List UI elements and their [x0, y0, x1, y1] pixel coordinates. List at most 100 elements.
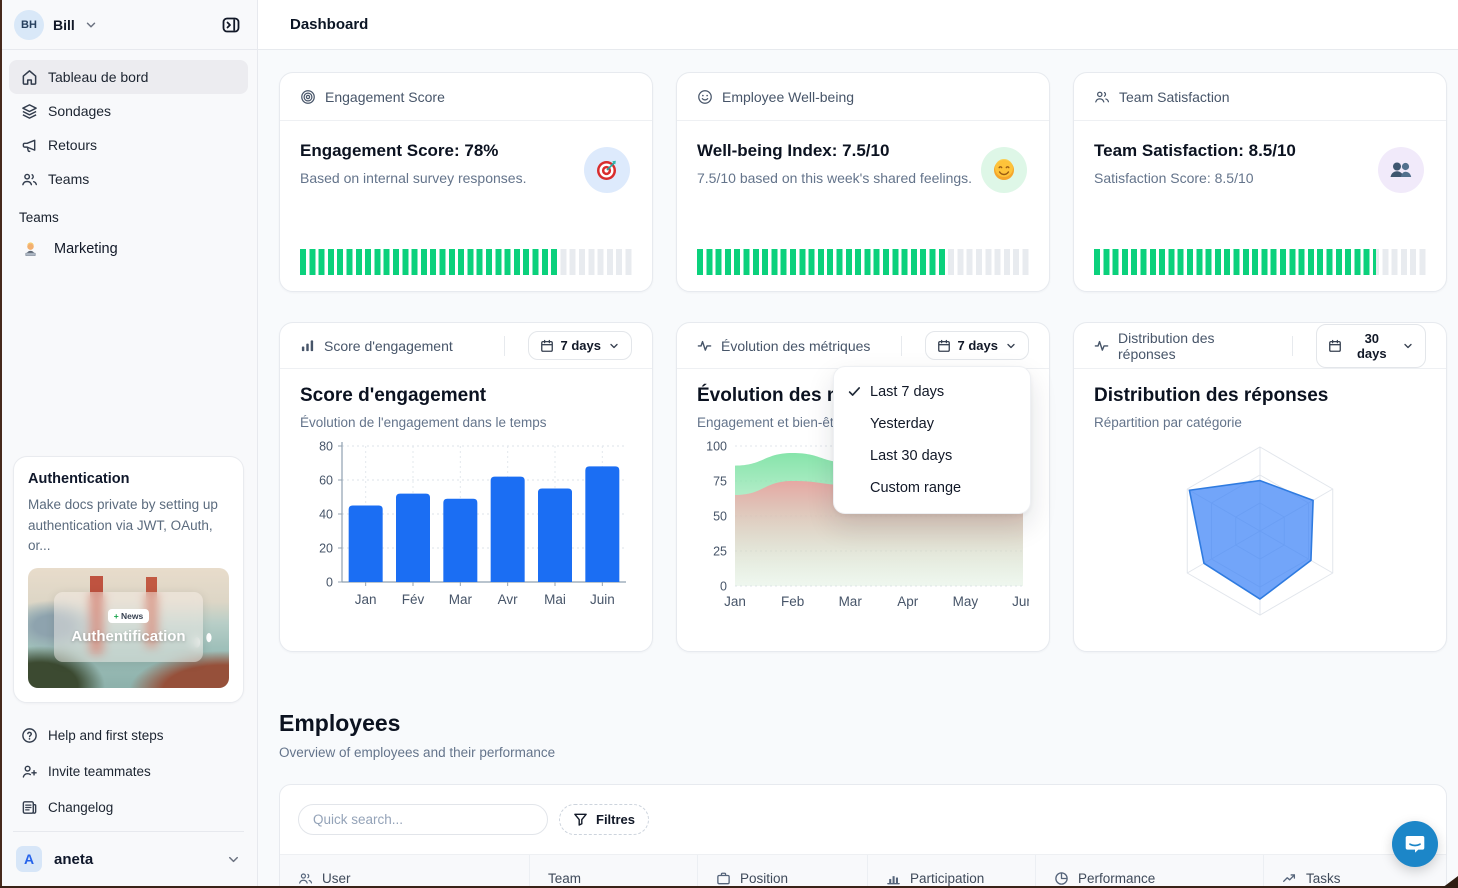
svg-text:Mai: Mai: [544, 592, 566, 607]
menu-item-custom-range[interactable]: Custom range: [834, 472, 1030, 504]
svg-text:60: 60: [319, 474, 333, 488]
calendar-icon: [1328, 339, 1342, 353]
chat-launcher-button[interactable]: [1392, 821, 1438, 867]
sidebar-item-sondages[interactable]: Sondages: [9, 94, 248, 128]
menu-item-label: Custom range: [870, 480, 961, 496]
svg-text:Jan: Jan: [355, 592, 377, 607]
spacer: [0, 267, 257, 456]
promo-image[interactable]: + News Authentification: [28, 568, 229, 688]
collapse-sidebar-button[interactable]: [217, 11, 245, 39]
progress-fill: [1094, 249, 1376, 275]
card-body: Engagement Score: 78% Based on internal …: [280, 121, 652, 291]
radar-polygon: [1189, 481, 1313, 599]
sidebar-item-label: Tableau de bord: [48, 69, 148, 85]
card-body: Team Satisfaction: 8.5/10 Satisfaction S…: [1074, 121, 1446, 291]
authentication-promo-card[interactable]: Authentication Make docs private by sett…: [13, 456, 244, 703]
chat-bubble-icon: [1403, 832, 1427, 856]
range-select-button[interactable]: 7 days: [528, 331, 632, 360]
sidebar-user-row: BH Bill: [0, 0, 257, 49]
sidebar-item-invite[interactable]: Invite teammates: [9, 753, 248, 789]
megaphone-icon: [21, 137, 38, 154]
menu-item-label: Yesterday: [870, 416, 934, 432]
promo-image-overlay: + News Authentification: [54, 592, 203, 662]
card-header: Score d'engagement 7 days: [280, 323, 652, 369]
card-header: Évolution des métriques 7 days: [677, 323, 1049, 369]
bar: [443, 499, 477, 582]
smiley-emoji-badge: [981, 147, 1027, 193]
bar-chart-icon: [886, 871, 901, 886]
stat-subtitle: Based on internal survey responses.: [300, 170, 632, 186]
sidebar-item-marketing[interactable]: Marketing: [9, 231, 248, 267]
responses-distribution-chart-card: Distribution des réponses 30 days: [1073, 322, 1447, 652]
stat-title: Team Satisfaction: 8.5/10: [1094, 141, 1426, 161]
busts-emoji-badge: [1378, 147, 1424, 193]
card-body: Distribution des réponses Répartition pa…: [1074, 369, 1446, 651]
sidebar-item-teams[interactable]: Teams: [9, 162, 248, 196]
range-label: 7 days: [561, 338, 601, 353]
menu-item-yesterday[interactable]: Yesterday: [834, 408, 1030, 440]
workspace-name: aneta: [54, 851, 214, 868]
menu-item-last-7-days[interactable]: Last 7 days: [834, 376, 1030, 408]
table-header-row: User Team Position: [280, 854, 1446, 888]
progress-bar: [300, 249, 632, 275]
briefcase-icon: [716, 871, 731, 886]
bar-chart-icon: [300, 338, 315, 353]
sidebar-item-label: Sondages: [48, 103, 111, 119]
column-header-participation[interactable]: Participation: [868, 855, 1036, 888]
employees-toolbar: Filtres: [280, 785, 1446, 854]
divider: [13, 831, 244, 832]
stat-subtitle: Satisfaction Score: 8.5/10: [1094, 170, 1426, 186]
stat-title: Engagement Score: 78%: [300, 141, 632, 161]
progress-bar: [1094, 249, 1426, 275]
svg-text:Apr: Apr: [897, 594, 919, 609]
bar: [538, 489, 572, 583]
range-select-button[interactable]: 30 days: [1316, 324, 1426, 368]
filters-label: Filtres: [596, 812, 635, 827]
sidebar-footer-nav: Help and first steps Invite teammates Ch…: [0, 713, 257, 825]
range-select-button[interactable]: 7 days: [925, 331, 1029, 360]
smile-icon: [697, 89, 713, 105]
sidebar-item-changelog[interactable]: Changelog: [9, 789, 248, 825]
search-input[interactable]: [298, 804, 548, 835]
card-header: Engagement Score: [280, 73, 652, 121]
card-header: Employee Well-being: [677, 73, 1049, 121]
sidebar-item-retours[interactable]: Retours: [9, 128, 248, 162]
bar: [585, 466, 619, 582]
sidebar-item-help[interactable]: Help and first steps: [9, 717, 248, 753]
card-header-label: Score d'engagement: [324, 338, 453, 354]
trend-up-icon: [1282, 871, 1297, 886]
card-header-label: Distribution des réponses: [1118, 330, 1274, 362]
sidebar-nav: Tableau de bord Sondages Retours Teams: [0, 50, 257, 196]
sidebar-item-tableau-de-bord[interactable]: Tableau de bord: [9, 60, 248, 94]
sidebar-item-label: Retours: [48, 137, 97, 153]
filters-button[interactable]: Filtres: [559, 804, 649, 835]
chart-title: Score d'engagement: [300, 385, 632, 407]
column-header-position[interactable]: Position: [698, 855, 868, 888]
home-icon: [21, 69, 38, 86]
svg-text:Juin: Juin: [590, 592, 615, 607]
svg-text:Mar: Mar: [449, 592, 473, 607]
column-header-performance[interactable]: Performance: [1036, 855, 1264, 888]
card-header-label: Engagement Score: [325, 89, 445, 105]
target-icon: [300, 89, 316, 105]
bar: [349, 506, 383, 583]
engagement-bar-chart: 020406080JanFévMarAvrMaiJuin: [300, 434, 632, 616]
users-icon: [298, 871, 313, 886]
user-menu[interactable]: Bill: [53, 17, 75, 33]
menu-item-last-30-days[interactable]: Last 30 days: [834, 440, 1030, 472]
chevron-down-icon[interactable]: [84, 18, 98, 32]
column-header-team[interactable]: Team: [530, 855, 698, 888]
card-body: Score d'engagement Évolution de l'engage…: [280, 369, 652, 651]
engagement-score-card: Engagement Score Engagement Score: 78% B…: [279, 72, 653, 292]
team-satisfaction-card: Team Satisfaction Team Satisfaction: 8.5…: [1073, 72, 1447, 292]
team-label: Marketing: [54, 241, 118, 257]
panel-collapse-icon: [221, 15, 241, 35]
users-icon: [21, 171, 38, 188]
menu-item-label: Last 30 days: [870, 448, 952, 464]
workspace-switcher[interactable]: A aneta: [0, 838, 257, 888]
column-header-user[interactable]: User: [280, 855, 530, 888]
card-header: Distribution des réponses 30 days: [1074, 323, 1446, 369]
progress-fill: [300, 249, 559, 275]
users-icon: [1094, 89, 1110, 105]
chart-subtitle: Répartition par catégorie: [1094, 415, 1426, 430]
